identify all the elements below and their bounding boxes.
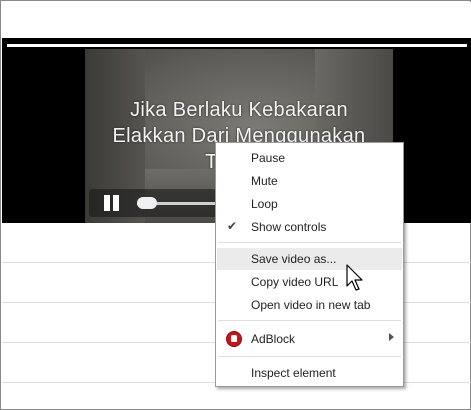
submenu-arrow-icon	[389, 333, 394, 341]
video-subtitle-line-1: Jika Berlaku Kebakaran	[130, 99, 348, 121]
menu-item-label: Copy video URL	[251, 275, 339, 289]
adblock-icon	[226, 331, 242, 347]
menu-item-label: Mute	[251, 174, 278, 188]
menu-item-save-video-as[interactable]: Save video as...	[217, 248, 402, 270]
menu-item-label: Pause	[251, 151, 286, 165]
pause-icon[interactable]	[103, 195, 121, 211]
menu-item-inspect-element[interactable]: Inspect element	[217, 362, 402, 384]
menu-item-copy-video-url[interactable]: Copy video URL	[217, 271, 402, 293]
video-controls	[89, 189, 229, 217]
menu-item-label: Open video in new tab	[251, 298, 371, 312]
menu-item-adblock[interactable]: AdBlock	[217, 328, 402, 350]
browser-page: Jika Berlaku Kebakaran Elakkan Dari Meng…	[0, 0, 471, 410]
pause-icon-bar-right	[113, 195, 119, 211]
video-context-menu: Pause Mute Loop ✔ Show controls Save vid…	[215, 142, 404, 387]
checkmark-icon: ✔	[227, 219, 238, 233]
menu-item-label: Loop	[251, 197, 278, 211]
menu-item-label: Show controls	[251, 220, 327, 234]
menu-item-show-controls[interactable]: ✔ Show controls	[217, 216, 402, 238]
menu-item-label: AdBlock	[251, 332, 296, 346]
menu-item-label: Save video as...	[251, 252, 337, 266]
menu-item-label: Inspect element	[251, 366, 336, 380]
divider-line	[7, 44, 467, 47]
menu-separator	[218, 320, 401, 321]
page-top-area	[2, 2, 471, 38]
adblock-hand-glyph	[231, 335, 237, 342]
pause-icon-bar-left	[104, 195, 110, 211]
menu-separator	[218, 356, 401, 357]
mouse-pointer-icon	[346, 264, 363, 291]
menu-item-open-video-new-tab[interactable]: Open video in new tab	[217, 294, 402, 316]
seek-thumb[interactable]	[137, 197, 157, 209]
menu-item-mute[interactable]: Mute	[217, 170, 402, 192]
menu-item-pause[interactable]: Pause	[217, 147, 402, 169]
menu-item-loop[interactable]: Loop	[217, 193, 402, 215]
menu-separator	[218, 242, 401, 243]
